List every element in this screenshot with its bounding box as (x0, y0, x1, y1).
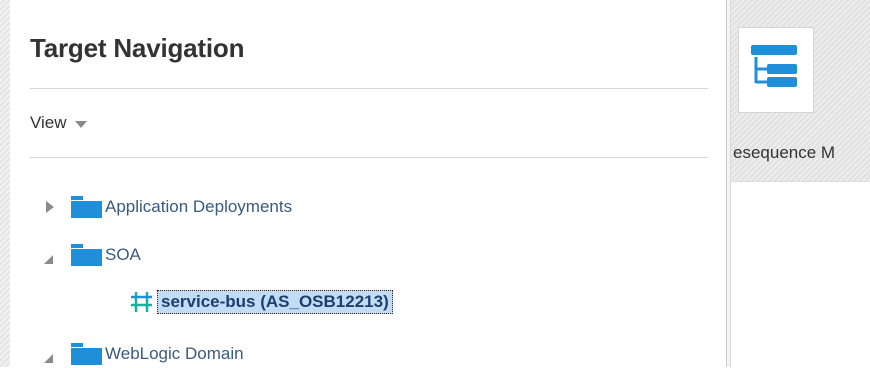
collapse-triangle-icon[interactable] (40, 245, 60, 265)
view-menu-label: View (30, 113, 67, 132)
folder-icon (71, 196, 102, 218)
tree-node-soa[interactable]: SOA (40, 242, 141, 268)
service-bus-icon (131, 292, 152, 312)
tree-node-label[interactable]: SOA (105, 245, 141, 265)
tree-node-service-bus[interactable]: service-bus (AS_OSB12213) (130, 289, 393, 315)
expand-triangle-icon[interactable] (40, 197, 60, 217)
tree-node-weblogic-domain[interactable]: WebLogic Domain (40, 341, 244, 367)
tree-node-label-selected[interactable]: service-bus (AS_OSB12213) (157, 290, 393, 314)
view-menu-button[interactable]: View (30, 112, 87, 134)
tree-node-application-deployments[interactable]: Application Deployments (40, 194, 292, 220)
resequence-tile[interactable] (738, 27, 814, 113)
collapse-triangle-icon[interactable] (40, 344, 60, 364)
list-tree-icon (751, 45, 797, 87)
caret-down-icon (74, 120, 87, 128)
title-divider (30, 88, 708, 89)
tree-node-label[interactable]: WebLogic Domain (105, 344, 244, 364)
panel-title: Target Navigation (30, 33, 245, 63)
toolbar-divider (30, 157, 708, 158)
left-margin-strip (0, 0, 10, 367)
resequence-tile-label[interactable]: esequence M (733, 143, 870, 167)
folder-icon (71, 244, 102, 266)
target-navigation-panel: Target Navigation View Application Deplo… (10, 0, 726, 367)
tree-node-label[interactable]: Application Deployments (105, 197, 292, 217)
side-panel-body (731, 181, 870, 368)
folder-icon (71, 343, 102, 365)
